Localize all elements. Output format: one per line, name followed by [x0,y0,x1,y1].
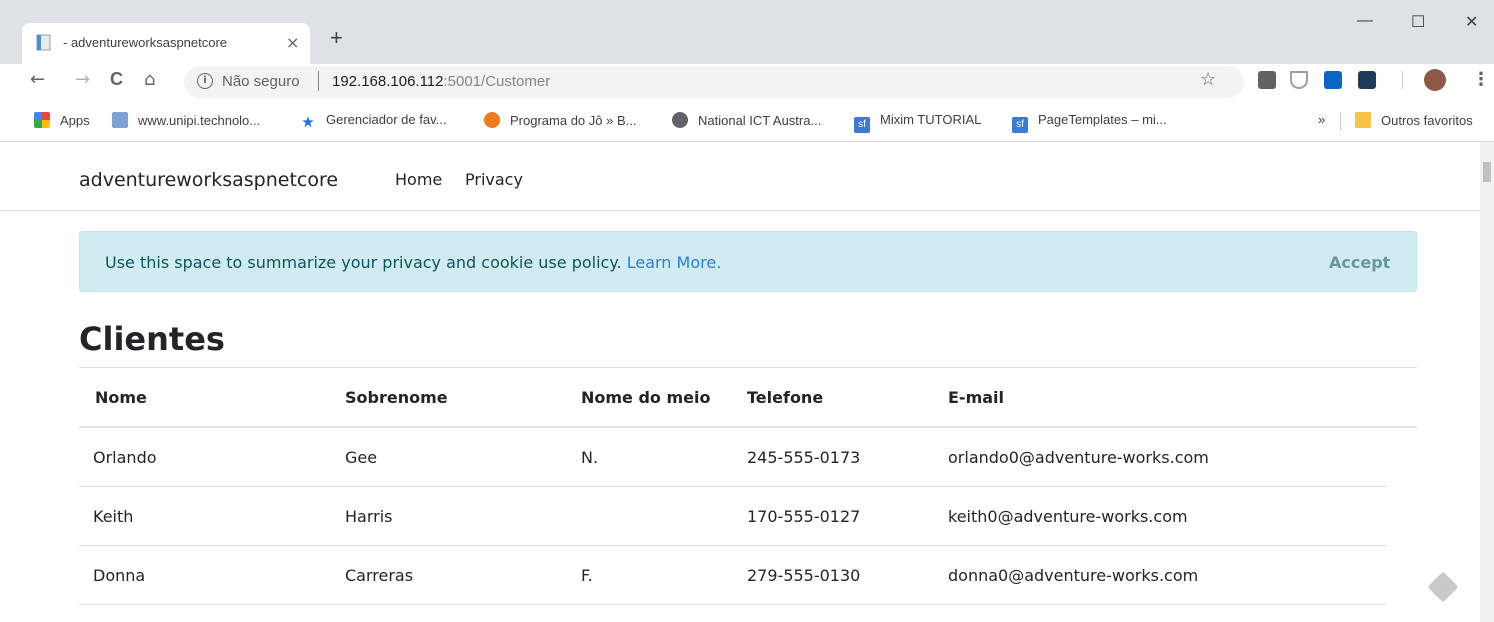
table-top-border [79,367,1417,368]
other-bookmarks-label: Outros favoritos [1381,113,1473,128]
site-brand[interactable]: adventureworksaspnetcore [79,169,338,191]
bookmark-gerenciador[interactable]: ★ Gerenciador de fav... [300,112,446,131]
cell-nome-do-meio: F. [581,566,593,585]
linkedin-icon[interactable] [1324,71,1342,89]
folder-icon [1355,112,1371,128]
table-row: Donna Carreras F. 279-555-0130 donna0@ad… [79,546,1387,605]
forward-icon[interactable]: → [75,69,90,90]
cell-nome: Donna [93,566,146,585]
cookie-consent-alert: Use this space to summarize your privacy… [79,231,1417,292]
extension-bulb-icon[interactable] [1258,71,1276,89]
bookmark-star-icon[interactable]: ☆ [1200,69,1216,90]
browser-tab[interactable]: - adventureworksaspnetcore × [22,23,310,64]
cell-sobrenome: Gee [345,448,378,467]
url-path: :5001/Customer [443,73,551,90]
bookmark-national-ict[interactable]: National ICT Austra... [672,112,821,128]
cell-email: donna0@adventure-works.com [948,566,1199,585]
address-separator [318,71,319,91]
url-text[interactable]: 192.168.106.112:5001/Customer [332,73,550,90]
site-navbar: adventureworksaspnetcore Home Privacy [0,142,1480,211]
bookmark-pagetemplates[interactable]: sf PageTemplates – mi... [1012,112,1167,133]
column-header-nome-do-meio: Nome do meio [581,388,711,407]
table-row: Orlando Gee N. 245-555-0173 orlando0@adv… [79,428,1387,487]
menu-kebab-icon[interactable]: ⋮ [1472,69,1490,90]
security-label: Não seguro [222,73,300,90]
bookmark-label: www.unipi.technolo... [138,113,261,128]
close-window-icon[interactable]: ✕ [1465,12,1478,32]
bookmark-apps[interactable]: Apps [34,112,90,128]
cell-sobrenome: Carreras [345,566,414,585]
extension-vue-icon[interactable] [1290,71,1308,89]
bookmark-label: National ICT Austra... [698,113,822,128]
address-bar[interactable]: i Não seguro 192.168.106.112:5001/Custom… [184,66,1244,98]
bookmark-programa[interactable]: Programa do Jô » B... [484,112,636,128]
cookie-alert-message: Use this space to summarize your privacy… [105,253,622,272]
star-icon: ★ [301,114,315,131]
reload-icon[interactable]: C [110,69,123,90]
tab-title: - adventureworksaspnetcore [63,35,228,50]
bookmark-label: Programa do Jô » B... [510,113,637,128]
cell-email: keith0@adventure-works.com [948,507,1188,526]
minimize-icon[interactable]: — [1357,12,1373,30]
cell-telefone: 170-555-0127 [747,507,861,526]
extension-badge-icon[interactable] [1427,571,1459,603]
bookmark-mixim[interactable]: sf Mixim TUTORIAL [854,112,981,133]
page-title: Clientes [79,320,225,358]
cell-telefone: 245-555-0173 [747,448,861,467]
bookmark-label: Apps [60,113,90,128]
bookmark-unipi[interactable]: www.unipi.technolo... [112,112,260,128]
scrollbar-thumb[interactable] [1483,162,1491,182]
nav-privacy-link[interactable]: Privacy [465,170,523,189]
globe-icon [672,112,688,128]
column-header-telefone: Telefone [747,388,824,407]
sf-icon: sf [1012,117,1028,133]
cookie-alert-text: Use this space to summarize your privacy… [105,253,721,272]
unipi-icon [112,112,128,128]
browser-toolbar: ← → C ⌂ i Não seguro 192.168.106.112:500… [0,64,1494,100]
extension-news-icon[interactable] [1358,71,1376,89]
maximize-icon[interactable]: ☐ [1411,12,1425,32]
page-favicon-icon [36,34,51,51]
new-tab-button[interactable]: + [330,25,343,51]
bookmark-label: Gerenciador de fav... [326,112,447,127]
web-page: adventureworksaspnetcore Home Privacy Us… [0,142,1494,622]
site-info-icon[interactable]: i [197,73,213,89]
sf-icon: sf [854,117,870,133]
cell-nome: Keith [93,507,134,526]
profile-avatar[interactable] [1424,69,1446,91]
column-header-sobrenome: Sobrenome [345,388,448,407]
bookmark-label: Mixim TUTORIAL [880,112,982,127]
column-header-email: E-mail [948,388,1005,407]
accept-cookies-button[interactable]: Accept [1329,253,1390,272]
globo-icon [484,112,500,128]
bookmarks-divider [1340,112,1341,130]
cell-sobrenome: Harris [345,507,393,526]
cell-telefone: 279-555-0130 [747,566,861,585]
table-row: Keith Harris 170-555-0127 keith0@adventu… [79,487,1387,546]
cell-nome: Orlando [93,448,157,467]
nav-home-link[interactable]: Home [395,170,442,189]
toolbar-divider [1402,71,1403,89]
url-host: 192.168.106.112 [332,73,444,90]
cell-nome-do-meio: N. [581,448,599,467]
bookmarks-more-button[interactable]: » [1318,112,1325,127]
cell-email: orlando0@adventure-works.com [948,448,1209,467]
browser-titlebar: - adventureworksaspnetcore × + — ☐ ✕ [0,0,1494,64]
home-icon[interactable]: ⌂ [144,69,155,90]
page-scrollbar[interactable] [1480,142,1494,622]
back-icon[interactable]: ← [30,69,45,90]
bookmark-label: PageTemplates – mi... [1038,112,1167,127]
learn-more-link[interactable]: Learn More. [627,253,722,272]
tab-close-icon[interactable]: × [286,33,299,52]
bookmarks-bar: Apps www.unipi.technolo... ★ Gerenciador … [0,100,1494,142]
apps-grid-icon [34,112,50,128]
other-bookmarks[interactable]: Outros favoritos [1355,112,1473,128]
column-header-nome: Nome [95,388,147,407]
